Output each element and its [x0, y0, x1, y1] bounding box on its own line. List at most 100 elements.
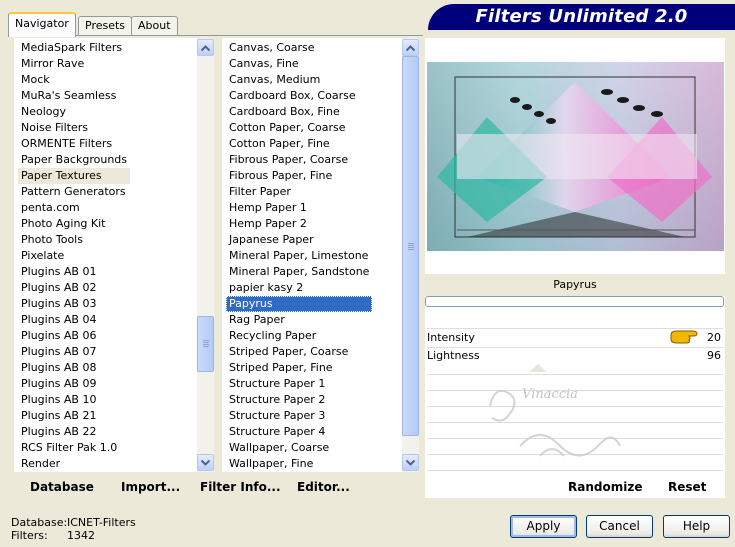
reset-button[interactable]: Reset	[668, 480, 706, 494]
parameter-value: 96	[707, 349, 721, 362]
category-list-item[interactable]: Plugins AB 03	[18, 296, 130, 312]
filter-list-item[interactable]: Cardboard Box, Fine	[226, 104, 372, 120]
status-filters-label: Filters:	[11, 529, 48, 542]
filter-list-item[interactable]: Canvas, Fine	[226, 56, 372, 72]
filter-list-item[interactable]: Cotton Paper, Coarse	[226, 120, 372, 136]
category-list-item[interactable]: Plugins AB 21	[18, 408, 130, 424]
chevron-up-icon	[406, 44, 415, 51]
category-list[interactable]: MediaSpark Filters Mirror Rave Mock MuRa's …	[14, 38, 214, 472]
category-list-item[interactable]: Plugins AB 10	[18, 392, 130, 408]
database-button[interactable]: Database	[30, 480, 94, 494]
editor-button[interactable]: Editor...	[297, 480, 350, 494]
filter-list-item[interactable]: Rag Paper	[226, 312, 372, 328]
progress-bar	[425, 296, 724, 307]
filter-list-item[interactable]: Fibrous Paper, Coarse	[226, 152, 372, 168]
category-list-item[interactable]: Photo Tools	[18, 232, 130, 248]
tab-about[interactable]: About	[131, 16, 178, 36]
category-list-item[interactable]: RCS Filter Pak 1.0	[18, 440, 130, 456]
app-title-banner: Filters Unlimited 2.0	[428, 4, 735, 30]
filter-list-item[interactable]: Hemp Paper 2	[226, 216, 372, 232]
filter-list-item[interactable]: Wallpaper, Coarse	[226, 440, 372, 456]
parameter-lightness[interactable]: Lightness 96	[425, 348, 723, 364]
category-list-item[interactable]: Noise Filters	[18, 120, 130, 136]
database-status: Database:ICNET-Filters Filters: 1342	[11, 516, 136, 542]
filter-list-item[interactable]: Cardboard Box, Coarse	[226, 88, 372, 104]
tab-presets[interactable]: Presets	[78, 16, 133, 36]
cancel-button[interactable]: Cancel	[586, 515, 653, 538]
filter-list-item[interactable]: Structure Paper 1	[226, 376, 372, 392]
selected-filter-name: Papyrus	[425, 274, 725, 296]
category-list-items: MediaSpark Filters Mirror Rave Mock MuRa's …	[18, 40, 131, 472]
category-scrollbar[interactable]	[197, 38, 214, 472]
filter-list-item[interactable]: Cotton Paper, Fine	[226, 136, 372, 152]
scroll-down-button[interactable]	[402, 454, 419, 471]
filter-list-item[interactable]: Papyrus	[226, 296, 373, 312]
category-list-item[interactable]: MediaSpark Filters	[18, 40, 130, 56]
filter-info-button[interactable]: Filter Info...	[200, 480, 281, 494]
parameter-value: 20	[707, 331, 721, 344]
parameter-label: Lightness	[427, 349, 480, 362]
apply-button[interactable]: Apply	[510, 515, 577, 538]
filter-list[interactable]: Canvas, Coarse Canvas, Fine Canvas, Medium…	[222, 38, 419, 472]
status-database-label: Database:	[11, 516, 68, 529]
category-list-item[interactable]: Pixelate	[18, 248, 130, 264]
chevron-up-icon	[201, 44, 210, 51]
category-list-item[interactable]: Plugins AB 08	[18, 360, 130, 376]
filter-scrollbar[interactable]	[402, 38, 419, 472]
parameter-label: Intensity	[427, 331, 475, 344]
help-button[interactable]: Help	[663, 515, 730, 538]
list-toolbar: Database Import... Filter Info... Editor…	[8, 476, 423, 498]
category-list-item[interactable]: Plugins AB 22	[18, 424, 130, 440]
filter-list-item[interactable]: Filter Paper	[226, 184, 372, 200]
import-button[interactable]: Import...	[121, 480, 180, 494]
chevron-down-icon	[406, 459, 415, 466]
filter-list-item[interactable]: Structure Paper 3	[226, 408, 372, 424]
filter-list-item[interactable]: Japanese Paper	[226, 232, 372, 248]
filter-list-item[interactable]: papier kasy 2	[226, 280, 372, 296]
category-list-item[interactable]: Plugins AB 09	[18, 376, 130, 392]
category-list-item[interactable]: Mirror Rave	[18, 56, 130, 72]
category-scroll-thumb[interactable]	[197, 316, 214, 372]
filter-list-item[interactable]: Hemp Paper 1	[226, 200, 372, 216]
scroll-up-button[interactable]	[402, 39, 419, 56]
slider-marker-icon	[529, 364, 547, 372]
scroll-down-button[interactable]	[197, 454, 214, 471]
filter-scroll-thumb[interactable]	[402, 56, 419, 436]
category-list-item[interactable]: Mock	[18, 72, 130, 88]
category-list-item[interactable]: Paper Backgrounds	[18, 152, 130, 168]
tab-navigator[interactable]: Navigator	[8, 12, 76, 37]
category-list-item[interactable]: Plugins AB 04	[18, 312, 130, 328]
filter-list-item[interactable]: Mineral Paper, Limestone	[226, 248, 372, 264]
category-list-item[interactable]: Plugins AB 01	[18, 264, 130, 280]
filter-list-item[interactable]: Wallpaper, Fine	[226, 456, 372, 472]
preview-image	[427, 62, 724, 251]
chevron-down-icon	[201, 459, 210, 466]
category-list-item[interactable]: MuRa's Seamless	[18, 88, 130, 104]
category-list-item[interactable]: Plugins AB 06	[18, 328, 130, 344]
filter-list-item[interactable]: Fibrous Paper, Fine	[226, 168, 372, 184]
filter-list-item[interactable]: Striped Paper, Coarse	[226, 344, 372, 360]
category-list-item[interactable]: Plugins AB 02	[18, 280, 130, 296]
category-list-item[interactable]: Paper Textures	[18, 168, 131, 184]
parameter-intensity[interactable]: Intensity 20	[425, 330, 723, 346]
category-list-item[interactable]: Render	[18, 456, 130, 472]
category-list-item[interactable]: ORMENTE Filters	[18, 136, 130, 152]
filter-list-item[interactable]: Striped Paper, Fine	[226, 360, 372, 376]
category-list-item[interactable]: Photo Aging Kit	[18, 216, 130, 232]
category-list-item[interactable]: penta.com	[18, 200, 130, 216]
watermark-logo: Vinaccia	[489, 387, 621, 457]
filter-list-item[interactable]: Canvas, Medium	[226, 72, 372, 88]
filter-list-item[interactable]: Structure Paper 4	[226, 424, 372, 440]
category-list-item[interactable]: Neology	[18, 104, 130, 120]
preview-toolbar: Randomize Reset	[425, 476, 725, 498]
filter-list-item[interactable]: Structure Paper 2	[226, 392, 372, 408]
category-list-item[interactable]: Plugins AB 07	[18, 344, 130, 360]
category-list-item[interactable]: Pattern Generators	[18, 184, 130, 200]
randomize-button[interactable]: Randomize	[568, 480, 642, 494]
preview-artwork	[427, 62, 724, 251]
svg-text:Vinaccia: Vinaccia	[522, 387, 578, 402]
filter-list-item[interactable]: Canvas, Coarse	[226, 40, 372, 56]
scroll-up-button[interactable]	[197, 39, 214, 56]
filter-list-item[interactable]: Mineral Paper, Sandstone	[226, 264, 372, 280]
filter-list-item[interactable]: Recycling Paper	[226, 328, 372, 344]
